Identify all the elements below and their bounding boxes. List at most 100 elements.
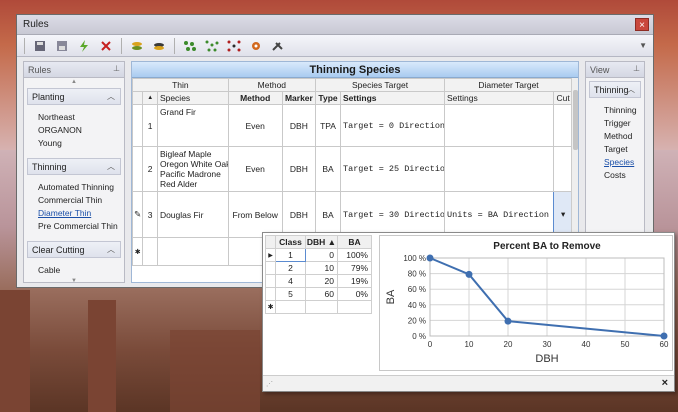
cell-dbh[interactable]: 60 xyxy=(305,287,338,301)
rule-cable[interactable]: Cable xyxy=(24,264,124,277)
group-thinning[interactable]: Thinning ︿ xyxy=(27,158,121,175)
column-species[interactable]: Species xyxy=(156,91,229,105)
table-row[interactable]: ✎ 3 Douglas Fir From Below DBH BA Target… xyxy=(131,191,573,238)
table-row[interactable]: 2 10 79% xyxy=(265,261,372,275)
cell-class[interactable]: 2 xyxy=(275,261,306,275)
cell-type[interactable]: BA xyxy=(315,191,341,238)
run-icon[interactable] xyxy=(74,37,94,55)
view-item-target[interactable]: Target xyxy=(586,143,644,156)
rule-automated-thinning[interactable]: Automated Thinning xyxy=(24,181,124,194)
column-ba[interactable]: BA xyxy=(337,235,372,249)
settings-gear-icon[interactable] xyxy=(246,37,266,55)
column-settings[interactable]: Settings xyxy=(339,91,446,105)
y-tick-label: 40 % xyxy=(408,301,426,310)
group-planting[interactable]: Planting ︿ xyxy=(27,88,121,105)
rule-northeast[interactable]: Northeast xyxy=(24,111,124,124)
y-tick-label: 0 % xyxy=(412,332,426,341)
cell-ba[interactable]: 100% xyxy=(337,248,372,262)
tools-icon[interactable] xyxy=(268,37,288,55)
cell-type[interactable]: TPA xyxy=(315,104,341,147)
column-type[interactable]: Type xyxy=(315,91,341,105)
table-row[interactable]: ▶ 1 0 100% xyxy=(265,248,372,262)
pin-icon[interactable]: ⊥ xyxy=(633,64,640,73)
scroll-up-icon[interactable]: ▲ xyxy=(24,78,124,86)
class-table: Class DBH ▲ BA ▶ 1 0 100% 2 10 79% 4 20 … xyxy=(265,235,372,314)
trees-scatter-icon[interactable] xyxy=(202,37,222,55)
rule-pre-commercial-thin[interactable]: Pre Commercial Thin xyxy=(24,220,124,233)
scrollbar-thumb[interactable] xyxy=(573,90,578,150)
cell-class[interactable]: 5 xyxy=(275,287,306,301)
row-indicator-header xyxy=(131,91,144,105)
rule-diameter-thin[interactable]: Diameter Thin xyxy=(24,207,124,220)
cell-method[interactable]: From Below xyxy=(227,191,283,238)
cell-dbh[interactable]: 0 xyxy=(305,248,338,262)
cell-method[interactable]: Even xyxy=(227,104,283,147)
dropdown-arrow-icon[interactable]: ▾ xyxy=(553,191,573,238)
rule-organon[interactable]: ORGANON xyxy=(24,124,124,137)
save-as-icon[interactable] xyxy=(52,37,72,55)
column-dbh[interactable]: DBH ▲ xyxy=(305,235,338,249)
cell-settings[interactable]: Target = 30 Direction = Leave Terms = Am… xyxy=(339,191,446,238)
column-class[interactable]: Class xyxy=(275,235,306,249)
rule-commercial-thin[interactable]: Commercial Thin xyxy=(24,194,124,207)
cell-class[interactable]: 4 xyxy=(275,274,306,288)
cell-settings[interactable]: Target = 25 Direction = Leave Terms = Am… xyxy=(339,146,446,192)
cell-ba[interactable]: 0% xyxy=(337,287,372,301)
scatter-points-icon[interactable] xyxy=(224,37,244,55)
cell-cut[interactable] xyxy=(553,146,573,192)
close-popup-button[interactable]: × xyxy=(662,377,668,389)
layers-icon[interactable] xyxy=(149,37,169,55)
view-group-thinning[interactable]: Thinning ︿ xyxy=(589,81,641,98)
cell-species[interactable]: Grand Fir xyxy=(156,104,229,147)
cell-marker[interactable]: DBH xyxy=(281,191,317,238)
sort-asc-icon[interactable]: ▲ xyxy=(142,91,158,105)
cell-diameter-settings[interactable]: Units = BA Direction = Remove Terms = Pe… xyxy=(444,191,555,238)
group-clear-cutting[interactable]: Clear Cutting ︿ xyxy=(27,241,121,258)
delete-icon[interactable] xyxy=(96,37,116,55)
view-item-costs[interactable]: Costs xyxy=(586,169,644,182)
view-item-method[interactable]: Method xyxy=(586,130,644,143)
cell-type[interactable]: BA xyxy=(315,146,341,192)
toolbar-overflow-icon[interactable]: ▼ xyxy=(639,41,647,50)
cell-dbh[interactable]: 20 xyxy=(305,274,338,288)
column-marker[interactable]: Marker xyxy=(281,91,317,105)
view-item-species[interactable]: Species xyxy=(586,156,644,169)
close-window-button[interactable]: × xyxy=(635,18,649,31)
save-icon[interactable] xyxy=(30,37,50,55)
pin-icon[interactable]: ⊥ xyxy=(113,64,120,73)
resize-grip-icon[interactable]: ⋰ xyxy=(266,380,273,388)
cell-class[interactable]: 1 xyxy=(275,248,306,262)
table-row[interactable]: 5 60 0% xyxy=(265,287,372,301)
cell-marker[interactable]: DBH xyxy=(281,104,317,147)
new-row[interactable]: ✱ xyxy=(265,300,372,314)
cell-diameter-settings[interactable] xyxy=(444,104,555,147)
view-item-thinning[interactable]: Thinning xyxy=(586,104,644,117)
column-method[interactable]: Method xyxy=(227,91,283,105)
group-header-thin: Thin xyxy=(132,78,229,92)
column-diameter-settings[interactable]: Settings xyxy=(444,91,555,105)
cell-species[interactable]: Bigleaf Maple Oregon White Oak Pacific M… xyxy=(156,146,229,192)
table-row[interactable]: 4 20 19% xyxy=(265,274,372,288)
cell-diameter-settings[interactable] xyxy=(444,146,555,192)
x-axis-label: DBH xyxy=(535,353,558,365)
desktop-rock-spire xyxy=(88,300,116,412)
cell-marker[interactable]: DBH xyxy=(281,146,317,192)
scroll-down-icon[interactable]: ▼ xyxy=(24,277,124,285)
chart-container: Percent BA to Remove 0 % 20 % 40 % 60 % 80 % 1… xyxy=(379,235,673,371)
table-row[interactable]: 1 Grand Fir Even DBH TPA Target = 0 Dire… xyxy=(131,104,573,147)
table-row[interactable]: 2 Bigleaf Maple Oregon White Oak Pacific… xyxy=(131,146,573,192)
group-label: Planting xyxy=(32,91,65,102)
cell-ba[interactable]: 79% xyxy=(337,261,372,275)
layers-add-icon[interactable] xyxy=(127,37,147,55)
rule-young[interactable]: Young xyxy=(24,137,124,150)
group-header-method: Method xyxy=(227,78,317,92)
trees-icon[interactable] xyxy=(180,37,200,55)
cell-settings[interactable]: Target = 0 Direction = Leave Terms = Per… xyxy=(339,104,446,147)
cell-method[interactable]: Even xyxy=(227,146,283,192)
cell-ba[interactable]: 19% xyxy=(337,274,372,288)
column-cut[interactable]: Cut xyxy=(553,91,573,105)
cell-species[interactable]: Douglas Fir xyxy=(156,191,229,238)
view-item-trigger[interactable]: Trigger xyxy=(586,117,644,130)
cell-cut[interactable] xyxy=(553,104,573,147)
cell-dbh[interactable]: 10 xyxy=(305,261,338,275)
